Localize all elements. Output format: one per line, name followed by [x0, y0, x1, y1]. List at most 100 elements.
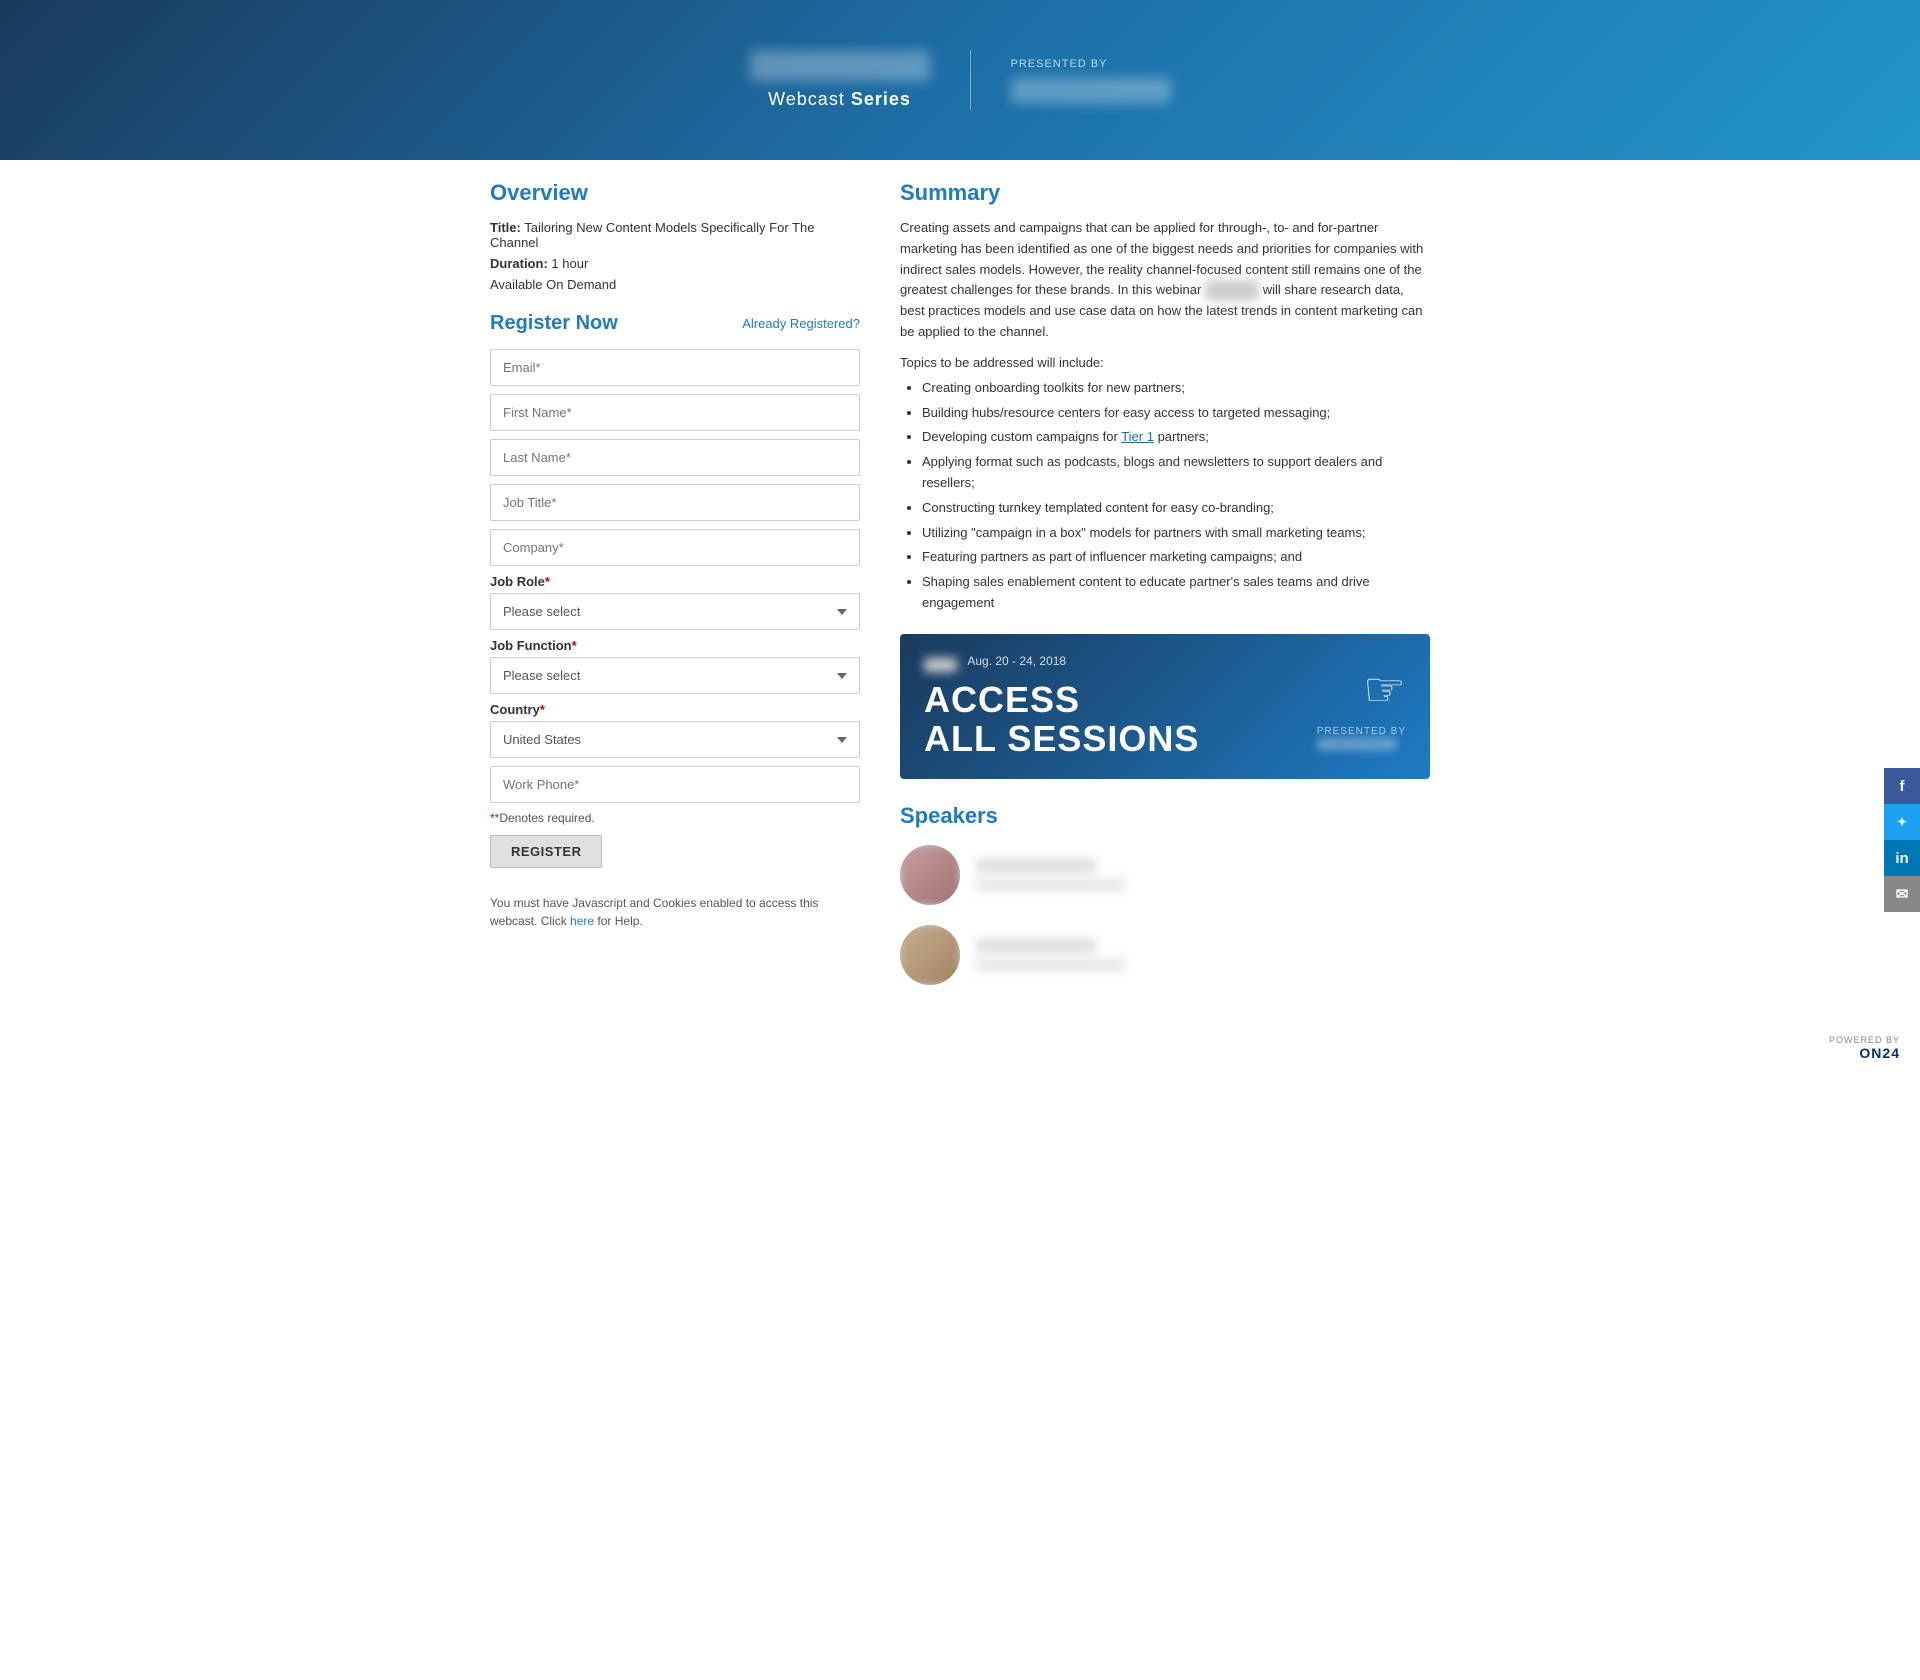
overview-duration-row: Duration: 1 hour [490, 256, 860, 271]
overview-meta: Title: Tailoring New Content Models Spec… [490, 220, 860, 271]
speaker-info-1 [976, 859, 1126, 891]
email-group [490, 349, 860, 386]
access-banner-right: ☞ PRESENTED BY [1317, 662, 1406, 751]
left-column: Overview Title: Tailoring New Content Mo… [490, 180, 860, 1005]
access-banner-content: Aug. 20 - 24, 2018 ACCESS ALL SESSIONS [924, 654, 1317, 759]
access-banner[interactable]: Aug. 20 - 24, 2018 ACCESS ALL SESSIONS ☞… [900, 634, 1430, 779]
speaker-avatar-2 [900, 925, 960, 985]
country-select[interactable]: United States [490, 721, 860, 758]
job-role-label: Job Role* [490, 574, 860, 589]
webcast-series-label: Webcast Series [768, 89, 911, 110]
job-role-group: Job Role* Please select [490, 574, 860, 630]
access-title: ACCESS ALL SESSIONS [924, 680, 1317, 759]
speaker-name-blur-1 [976, 859, 1096, 873]
register-section: Register Now Already Registered? Job Rol… [490, 312, 860, 930]
topics-intro: Topics to be addressed will include: [900, 355, 1430, 370]
footer: POWERED BY ON24 [0, 1025, 1920, 1071]
job-title-group [490, 484, 860, 521]
access-logo-blur [1317, 737, 1397, 751]
country-label: Country* [490, 702, 860, 717]
job-role-select[interactable]: Please select [490, 593, 860, 630]
twitter-icon: ✦ [1897, 815, 1907, 829]
blurred-speaker-name [1205, 280, 1259, 301]
company-group [490, 529, 860, 566]
last-name-group [490, 439, 860, 476]
tier1-link[interactable]: Tier 1 [1121, 429, 1154, 444]
facebook-icon: f [1900, 778, 1905, 795]
duration-value: 1 hour [551, 256, 588, 271]
twitter-button[interactable]: ✦ [1884, 804, 1920, 840]
js-notice: You must have Javascript and Cookies ena… [490, 894, 860, 930]
speakers-title: Speakers [900, 803, 1430, 829]
speaker-title-blur-2 [976, 959, 1126, 971]
linkedin-button[interactable]: in [1884, 840, 1920, 876]
speaker-title-blur-1 [976, 879, 1126, 891]
topic-item: Applying format such as podcasts, blogs … [922, 452, 1430, 494]
first-name-group [490, 394, 860, 431]
header-logo [750, 51, 930, 81]
topic-item: Creating onboarding toolkits for new par… [922, 378, 1430, 399]
powered-by-label: POWERED BY [20, 1035, 1900, 1045]
already-registered-link[interactable]: Already Registered? [742, 316, 860, 331]
register-now-title: Register Now [490, 312, 618, 335]
on24-branding: POWERED BY ON24 [20, 1035, 1900, 1061]
header-divider [970, 50, 971, 110]
title-label: Title: [490, 220, 521, 235]
right-column: Summary Creating assets and campaigns th… [900, 180, 1430, 1005]
topic-item: Constructing turnkey templated content f… [922, 498, 1430, 519]
topics-list: Creating onboarding toolkits for new par… [900, 378, 1430, 614]
topic-item: Featuring partners as part of influencer… [922, 547, 1430, 568]
company-field[interactable] [490, 529, 860, 566]
access-date: Aug. 20 - 24, 2018 [967, 654, 1066, 668]
denotes-required-text: **Denotes required. [490, 811, 860, 825]
presented-by-section: PRESENTED BY [1011, 58, 1171, 103]
summary-section: Summary Creating assets and campaigns th… [900, 180, 1430, 614]
access-company-blur [924, 658, 957, 672]
linkedin-icon: in [1895, 850, 1908, 867]
header-logo-section: Webcast Series [750, 51, 930, 110]
main-container: Overview Title: Tailoring New Content Mo… [470, 160, 1450, 1025]
topic-item: Developing custom campaigns for Tier 1 p… [922, 427, 1430, 448]
summary-paragraph1: Creating assets and campaigns that can b… [900, 218, 1430, 343]
register-button-wrapper: REGISTER [490, 835, 860, 882]
speaker-name-blur-2 [976, 939, 1096, 953]
overview-section: Overview Title: Tailoring New Content Mo… [490, 180, 860, 292]
last-name-field[interactable] [490, 439, 860, 476]
help-link[interactable]: here [570, 914, 594, 928]
speaker-info-2 [976, 939, 1126, 971]
topic-item: Utilizing "campaign in a box" models for… [922, 523, 1430, 544]
presenter-logo [1011, 78, 1171, 103]
register-button[interactable]: REGISTER [490, 835, 602, 868]
work-phone-group [490, 766, 860, 803]
access-presented-by: PRESENTED BY [1317, 726, 1406, 751]
speaker-item [900, 925, 1430, 985]
first-name-field[interactable] [490, 394, 860, 431]
available-on-demand: Available On Demand [490, 277, 860, 292]
facebook-button[interactable]: f [1884, 768, 1920, 804]
header-banner: Webcast Series PRESENTED BY [0, 0, 1920, 160]
topic-item: Shaping sales enablement content to educ… [922, 572, 1430, 614]
email-button[interactable]: ✉ [1884, 876, 1920, 912]
topic-item: Building hubs/resource centers for easy … [922, 403, 1430, 424]
email-icon: ✉ [1896, 885, 1909, 903]
on24-logo: ON24 [1859, 1045, 1900, 1061]
job-function-select[interactable]: Please select [490, 657, 860, 694]
overview-title: Overview [490, 180, 860, 206]
overview-title-row: Title: Tailoring New Content Models Spec… [490, 220, 860, 250]
duration-label: Duration: [490, 256, 548, 271]
presented-by-label: PRESENTED BY [1011, 58, 1108, 70]
job-function-label: Job Function* [490, 638, 860, 653]
social-sidebar: f ✦ in ✉ [1884, 768, 1920, 912]
hand-icon: ☞ [1363, 662, 1406, 718]
speakers-section: Speakers [900, 803, 1430, 985]
title-value: Tailoring New Content Models Specificall… [490, 220, 814, 250]
job-function-group: Job Function* Please select [490, 638, 860, 694]
speaker-avatar-1 [900, 845, 960, 905]
summary-title: Summary [900, 180, 1430, 206]
speaker-item [900, 845, 1430, 905]
job-title-field[interactable] [490, 484, 860, 521]
register-header: Register Now Already Registered? [490, 312, 860, 335]
country-group: Country* United States [490, 702, 860, 758]
email-field[interactable] [490, 349, 860, 386]
work-phone-field[interactable] [490, 766, 860, 803]
